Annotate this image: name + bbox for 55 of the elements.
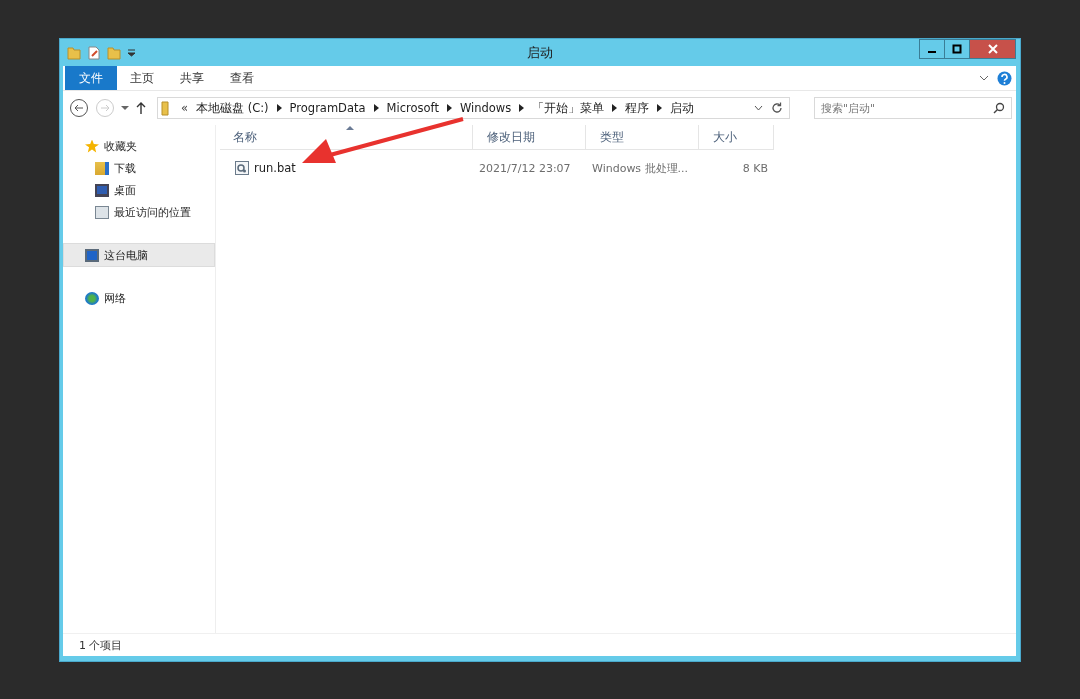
breadcrumb[interactable]: 「开始」菜单	[532, 100, 605, 116]
breadcrumb[interactable]: 本地磁盘 (C:)	[196, 100, 269, 116]
triangle-right-icon[interactable]	[373, 104, 379, 112]
file-type: Windows 批处理...	[592, 160, 689, 176]
minimize-icon	[928, 51, 936, 53]
window-title: 启动	[525, 43, 554, 62]
breadcrumb[interactable]: 程序	[625, 100, 650, 116]
document-icon[interactable]	[87, 45, 101, 60]
up-arrow-icon[interactable]	[135, 101, 147, 115]
triangle-right-icon[interactable]	[276, 104, 282, 112]
search-icon	[993, 102, 1005, 114]
file-tab[interactable]: 文件	[65, 66, 117, 90]
chevron-down-icon[interactable]	[754, 105, 763, 111]
back-icon[interactable]	[69, 98, 89, 118]
column-header[interactable]: 大小	[699, 125, 774, 149]
nav-item[interactable]: 这台电脑	[63, 243, 215, 267]
column-header[interactable]: 修改日期	[473, 125, 586, 149]
file-size: 8 KB	[742, 161, 768, 175]
triangle-right-icon[interactable]	[657, 104, 663, 112]
modified-date: 2021/7/12 23:07	[479, 161, 571, 175]
monitor-icon	[95, 183, 109, 197]
overflow-chevron[interactable]: «	[181, 101, 189, 115]
file-name: run.bat	[254, 161, 296, 175]
breadcrumb[interactable]: Microsoft	[386, 101, 439, 115]
close-button[interactable]	[969, 39, 1016, 59]
triangle-right-icon[interactable]	[612, 104, 618, 112]
file-row[interactable]: run.bat 2021/7/12 23:07 Windows 批处理... 8 KB	[220, 157, 774, 179]
nav-item[interactable]: 桌面	[63, 179, 215, 201]
chevron-down-icon[interactable]	[979, 74, 989, 82]
nav-item[interactable]: 网络	[63, 287, 215, 309]
breadcrumb[interactable]: ProgramData	[289, 101, 366, 115]
nav-item[interactable]: 下载	[63, 157, 215, 179]
help-icon[interactable]	[997, 70, 1012, 86]
nav-item[interactable]: 收藏夹	[63, 135, 215, 157]
nav-item[interactable]: 最近访问的位置	[63, 201, 215, 223]
triangle-right-icon[interactable]	[446, 104, 452, 112]
item-count: 1 个项目	[79, 637, 123, 653]
triangle-right-icon[interactable]	[519, 104, 525, 112]
maximize-icon	[952, 44, 962, 54]
breadcrumb[interactable]: Windows	[459, 101, 512, 115]
minimize-button[interactable]	[919, 39, 945, 59]
ribbon-tab[interactable]: 查看	[217, 66, 267, 90]
ribbon-tab[interactable]: 主页	[117, 66, 167, 90]
close-icon	[987, 44, 998, 54]
dropdown-icon[interactable]	[121, 105, 129, 111]
maximize-button[interactable]	[944, 39, 970, 59]
dropdown-icon[interactable]	[127, 48, 136, 57]
computer-icon	[85, 248, 99, 262]
refresh-icon[interactable]	[771, 102, 783, 114]
ribbon-tab[interactable]: 共享	[167, 66, 217, 90]
column-header[interactable]: 类型	[586, 125, 699, 149]
address-bar[interactable]: « 本地磁盘 (C:) ProgramData Microsoft Windows 「开始」菜单 程序 启动	[157, 97, 790, 119]
breadcrumb[interactable]: 启动	[670, 100, 695, 116]
search-field[interactable]: 搜索"启动"	[814, 97, 1012, 119]
globe-icon	[85, 291, 99, 305]
